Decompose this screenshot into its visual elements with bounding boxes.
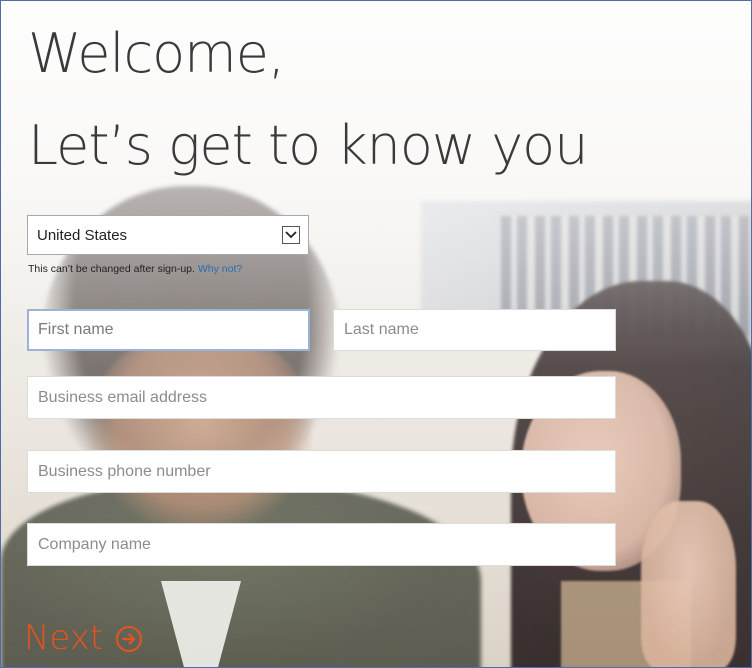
country-notice: This can’t be changed after sign-up. Why… (28, 263, 242, 275)
company-name-field[interactable] (27, 523, 616, 566)
business-email-field[interactable] (27, 376, 616, 419)
page-title: Welcome, Let’s get to know you (28, 8, 588, 192)
country-notice-text: This can’t be changed after sign-up. (28, 263, 195, 275)
next-button[interactable]: Next (24, 618, 145, 658)
country-select[interactable]: United States (27, 215, 309, 255)
last-name-field[interactable] (333, 309, 616, 351)
title-line-1: Welcome, (28, 22, 285, 85)
arrow-right-circle-icon (113, 623, 145, 655)
next-button-label: Next (24, 618, 104, 658)
why-not-link[interactable]: Why not? (198, 263, 242, 275)
chevron-down-icon[interactable] (282, 226, 300, 244)
country-select-value: United States (37, 226, 128, 244)
first-name-field[interactable] (27, 309, 310, 351)
title-line-2: Let’s get to know you (28, 114, 588, 177)
business-phone-field[interactable] (27, 450, 616, 493)
